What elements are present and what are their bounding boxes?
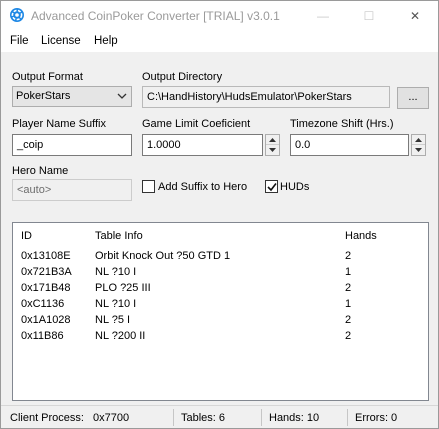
row-id: 0x721B3A <box>21 266 72 278</box>
menu-bar: File License Help <box>1 31 438 52</box>
game-limit-stepper[interactable] <box>265 134 280 156</box>
checkmark-icon <box>267 183 277 192</box>
row-id: 0xC1136 <box>21 298 65 310</box>
timezone-down-button[interactable] <box>412 145 425 155</box>
player-suffix-label: Player Name Suffix <box>12 118 106 130</box>
table-row[interactable]: 0x171B48 PLO ?25 III 2 <box>13 281 428 297</box>
output-format-label: Output Format <box>12 71 83 83</box>
errors-count: Errors: 0 <box>355 412 398 424</box>
menu-file[interactable]: File <box>10 35 29 47</box>
hero-name-value: <auto> <box>17 184 52 196</box>
add-suffix-label[interactable]: Add Suffix to Hero <box>158 181 247 193</box>
column-header-hands[interactable]: Hands <box>345 230 377 242</box>
output-directory-label: Output Directory <box>142 71 223 83</box>
row-hands: 1 <box>345 266 352 278</box>
status-divider <box>347 409 348 426</box>
game-limit-value: 1.0000 <box>147 139 181 151</box>
table-row[interactable]: 0xC1136 NL ?10 I 1 <box>13 297 428 313</box>
player-suffix-value: _coip <box>17 139 44 151</box>
timezone-shift-stepper[interactable] <box>411 134 426 156</box>
row-table-info: NL ?10 I <box>95 266 137 278</box>
column-header-table-info[interactable]: Table Info <box>95 230 143 242</box>
close-icon: ✕ <box>409 9 421 23</box>
app-window: Advanced CoinPoker Converter [TRIAL] v3.… <box>0 0 439 429</box>
close-button[interactable]: ✕ <box>392 1 438 31</box>
row-hands: 2 <box>345 282 352 294</box>
chevron-down-icon <box>269 148 276 152</box>
chevron-down-icon <box>415 148 422 152</box>
player-suffix-field[interactable]: _coip <box>12 134 132 156</box>
chevron-up-icon <box>415 137 422 142</box>
minimize-icon: — <box>317 9 329 23</box>
game-limit-label: Game Limit Coeficient <box>142 118 251 130</box>
row-table-info: NL ?10 I <box>95 298 137 310</box>
table-row[interactable]: 0x13108E Orbit Knock Out ?50 GTD 1 2 <box>13 249 428 265</box>
chevron-down-icon <box>117 93 127 99</box>
row-hands: 2 <box>345 330 352 342</box>
tables-count: Tables: 6 <box>181 412 226 424</box>
table-row[interactable]: 0x1A1028 NL ?5 I 2 <box>13 313 428 329</box>
column-header-id[interactable]: ID <box>21 230 32 242</box>
game-limit-field[interactable]: 1.0000 <box>142 134 263 156</box>
row-id: 0x1A1028 <box>21 314 71 326</box>
app-logo-icon <box>10 8 24 22</box>
timezone-shift-field[interactable]: 0.0 <box>290 134 409 156</box>
row-hands: 2 <box>345 314 352 326</box>
status-bar: Client Process: 0x7700 Tables: 6 Hands: … <box>1 405 438 428</box>
timezone-up-button[interactable] <box>412 135 425 145</box>
menu-license[interactable]: License <box>41 35 81 47</box>
output-directory-field[interactable]: C:\HandHistory\HudsEmulator\PokerStars <box>142 86 390 108</box>
row-id: 0x171B48 <box>21 282 71 294</box>
add-suffix-checkbox[interactable] <box>142 180 155 193</box>
output-format-value: PokerStars <box>16 90 71 102</box>
minimize-button[interactable]: — <box>300 1 346 31</box>
game-limit-up-button[interactable] <box>266 135 279 145</box>
game-limit-down-button[interactable] <box>266 145 279 155</box>
row-table-info: NL ?5 I <box>95 314 131 326</box>
row-id: 0x11B86 <box>21 330 64 342</box>
huds-checkbox[interactable] <box>265 180 278 193</box>
tables-list[interactable]: ID Table Info Hands 0x13108E Orbit Knock… <box>12 222 429 401</box>
row-hands: 1 <box>345 298 352 310</box>
row-table-info: PLO ?25 III <box>95 282 151 294</box>
output-format-select[interactable]: PokerStars <box>12 86 132 107</box>
row-table-info: NL ?200 II <box>95 330 146 342</box>
table-row[interactable]: 0x721B3A NL ?10 I 1 <box>13 265 428 281</box>
window-title: Advanced CoinPoker Converter [TRIAL] v3.… <box>31 9 280 23</box>
table-row[interactable]: 0x11B86 NL ?200 II 2 <box>13 329 428 345</box>
huds-label[interactable]: HUDs <box>280 181 309 193</box>
status-divider <box>173 409 174 426</box>
maximize-button[interactable]: ☐ <box>346 1 392 31</box>
menu-help[interactable]: Help <box>94 35 118 47</box>
row-hands: 2 <box>345 250 352 262</box>
timezone-shift-label: Timezone Shift (Hrs.) <box>290 118 394 130</box>
status-divider <box>261 409 262 426</box>
client-process-value: 0x7700 <box>93 412 130 424</box>
output-directory-value: C:\HandHistory\HudsEmulator\PokerStars <box>147 91 352 103</box>
hero-name-label: Hero Name <box>12 165 69 177</box>
chevron-up-icon <box>269 137 276 142</box>
hands-count: Hands: 10 <box>269 412 320 424</box>
maximize-icon: ☐ <box>363 9 375 23</box>
timezone-shift-value: 0.0 <box>295 139 311 151</box>
hero-name-field[interactable]: <auto> <box>12 179 132 201</box>
row-id: 0x13108E <box>21 250 71 262</box>
browse-directory-button[interactable]: ... <box>397 87 429 109</box>
client-process-label: Client Process: <box>10 412 84 424</box>
title-bar[interactable]: Advanced CoinPoker Converter [TRIAL] v3.… <box>1 1 438 31</box>
row-table-info: Orbit Knock Out ?50 GTD 1 <box>95 250 231 262</box>
